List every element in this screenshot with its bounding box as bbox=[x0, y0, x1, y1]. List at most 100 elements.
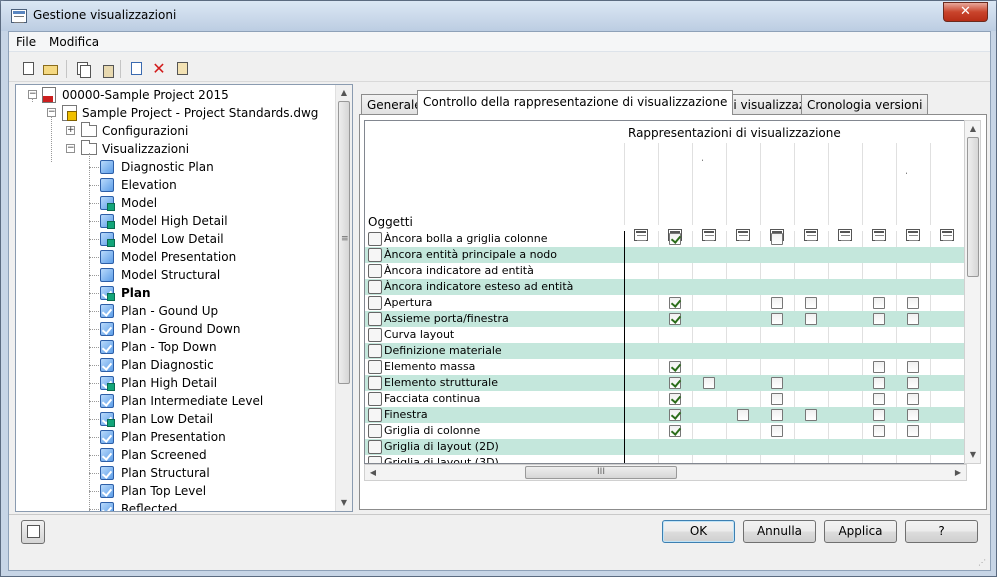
tree-item-display[interactable]: Model Structural bbox=[16, 266, 336, 284]
tree-item-display[interactable]: Plan Structural bbox=[16, 464, 336, 482]
tree-item-display[interactable]: Model bbox=[16, 194, 336, 212]
tree-item-displays[interactable]: − Visualizzazioni bbox=[16, 140, 336, 158]
tree-item-display[interactable]: Model Presentation bbox=[16, 248, 336, 266]
column-header[interactable]: Piano del d... bbox=[794, 143, 828, 241]
representation-checkbox[interactable] bbox=[873, 409, 885, 421]
column-header[interactable]: Piano della... bbox=[828, 143, 862, 241]
representation-checkbox[interactable] bbox=[771, 313, 783, 325]
object-row[interactable]: Griglia di layout (3D) bbox=[365, 455, 966, 463]
tab-version-history[interactable]: Cronologia versioni bbox=[801, 94, 929, 114]
representation-checkbox[interactable] bbox=[669, 313, 681, 325]
title-bar[interactable]: Gestione visualizzazioni ✕ bbox=[1, 1, 996, 31]
representation-checkbox[interactable] bbox=[907, 377, 919, 389]
column-header[interactable]: Piano più d... bbox=[896, 143, 930, 241]
display-tree[interactable]: −00000-Sample Project 2015− Sample Projec… bbox=[15, 84, 353, 512]
object-row[interactable]: Elemento massa bbox=[365, 359, 966, 375]
copy-button[interactable] bbox=[73, 60, 91, 78]
representation-checkbox[interactable] bbox=[873, 425, 885, 437]
object-row[interactable]: Apertura bbox=[365, 295, 966, 311]
scroll-down-arrow-icon[interactable]: ▼ bbox=[336, 495, 352, 511]
cancel-button[interactable]: Annulla bbox=[743, 520, 816, 543]
representation-checkbox[interactable] bbox=[805, 297, 817, 309]
apply-button[interactable]: Applica bbox=[824, 520, 897, 543]
representation-checkbox[interactable] bbox=[669, 233, 681, 245]
representation-checkbox[interactable] bbox=[907, 361, 919, 373]
representation-checkbox[interactable] bbox=[771, 409, 783, 421]
open-button[interactable] bbox=[42, 60, 60, 78]
tree-item-display[interactable]: Plan Intermediate Level bbox=[16, 392, 336, 410]
object-row[interactable]: Àncora indicatore ad entità bbox=[365, 263, 966, 279]
help-button[interactable]: ? bbox=[905, 520, 978, 543]
scroll-up-arrow-icon[interactable]: ▲ bbox=[965, 121, 981, 137]
tab-display-representation-control[interactable]: Controllo della rappresentazione di visu… bbox=[417, 90, 734, 115]
representation-checkbox[interactable] bbox=[873, 361, 885, 373]
representation-checkbox[interactable] bbox=[873, 297, 885, 309]
tree-item-display[interactable]: Plan Low Detail bbox=[16, 410, 336, 428]
scroll-thumb[interactable]: ≡ bbox=[338, 101, 350, 384]
representation-checkbox[interactable] bbox=[907, 393, 919, 405]
purge-button[interactable] bbox=[173, 60, 191, 78]
representation-checkbox[interactable] bbox=[771, 377, 783, 389]
scroll-up-arrow-icon[interactable]: ▲ bbox=[336, 85, 352, 101]
representation-checkbox[interactable] bbox=[737, 409, 749, 421]
representation-checkbox[interactable] bbox=[703, 377, 715, 389]
representation-checkbox[interactable] bbox=[873, 393, 885, 405]
object-row[interactable]: Definizione materiale bbox=[365, 343, 966, 359]
representation-checkbox[interactable] bbox=[873, 377, 885, 389]
representation-checkbox[interactable] bbox=[771, 425, 783, 437]
representation-checkbox[interactable] bbox=[669, 297, 681, 309]
tree-item-display[interactable]: Plan Presentation bbox=[16, 428, 336, 446]
column-header[interactable]: Model Stru... bbox=[624, 143, 658, 241]
representation-checkbox[interactable] bbox=[669, 361, 681, 373]
representation-checkbox[interactable] bbox=[873, 313, 885, 325]
resize-grip-icon[interactable]: ⋰ bbox=[978, 558, 988, 568]
scroll-right-arrow-icon[interactable]: ▶ bbox=[950, 465, 966, 481]
paste-button[interactable] bbox=[96, 60, 114, 78]
column-header[interactable]: Piano men... bbox=[862, 143, 896, 241]
representation-checkbox[interactable] bbox=[907, 409, 919, 421]
scroll-left-arrow-icon[interactable]: ◀ bbox=[365, 465, 381, 481]
expand-toggle-icon[interactable]: + bbox=[66, 126, 75, 135]
tree-item-display[interactable]: Plan - Ground Down bbox=[16, 320, 336, 338]
collapse-toggle-icon[interactable]: − bbox=[66, 144, 75, 153]
tree-item-display[interactable]: Plan Screened bbox=[16, 446, 336, 464]
tree-item-project[interactable]: −00000-Sample Project 2015 bbox=[16, 86, 336, 104]
column-header[interactable]: Piano bbox=[760, 143, 794, 241]
representation-checkbox[interactable] bbox=[907, 297, 919, 309]
column-header[interactable]: Modello bbox=[658, 143, 692, 241]
close-button[interactable]: ✕ bbox=[943, 2, 988, 22]
column-header[interactable]: Modello più... bbox=[692, 143, 726, 241]
column-header[interactable]: Piano simb... bbox=[930, 143, 964, 241]
object-row[interactable]: Àncora entità principale a nodo bbox=[365, 247, 966, 263]
object-row[interactable]: Elemento strutturale bbox=[365, 375, 966, 391]
delete-button[interactable]: ✕ bbox=[150, 60, 168, 78]
representation-checkbox[interactable] bbox=[907, 425, 919, 437]
representation-checkbox[interactable] bbox=[669, 393, 681, 405]
object-row[interactable]: Àncora bolla a griglia colonne bbox=[365, 231, 966, 247]
ok-button[interactable]: OK bbox=[662, 520, 735, 543]
grid-horizontal-scrollbar[interactable]: ◀ III ▶ bbox=[364, 464, 967, 481]
object-row[interactable]: Àncora indicatore esteso ad entità bbox=[365, 279, 966, 295]
tree-item-display[interactable]: Diagnostic Plan bbox=[16, 158, 336, 176]
tree-vertical-scrollbar[interactable]: ▲ ≡ ▼ bbox=[335, 85, 352, 511]
grid-vertical-scrollbar[interactable]: ▲ ▼ bbox=[964, 120, 981, 464]
tree-item-display[interactable]: Model Low Detail bbox=[16, 230, 336, 248]
representation-checkbox[interactable] bbox=[669, 409, 681, 421]
representation-checkbox[interactable] bbox=[805, 409, 817, 421]
representation-checkbox[interactable] bbox=[771, 393, 783, 405]
object-row[interactable]: Assieme porta/finestra bbox=[365, 311, 966, 327]
grid-hscroll-thumb[interactable]: III bbox=[525, 466, 677, 479]
object-row[interactable]: Finestra bbox=[365, 407, 966, 423]
new-display-button[interactable] bbox=[127, 60, 145, 78]
tree-item-display[interactable]: Model High Detail bbox=[16, 212, 336, 230]
tree-item-display[interactable]: Reflected bbox=[16, 500, 336, 511]
menu-file[interactable]: File bbox=[16, 35, 36, 49]
object-row[interactable]: Facciata continua bbox=[365, 391, 966, 407]
tree-item-display[interactable]: Plan - Top Down bbox=[16, 338, 336, 356]
menu-edit[interactable]: Modifica bbox=[49, 35, 99, 49]
tree-item-display[interactable]: Plan - Gound Up bbox=[16, 302, 336, 320]
grid-scroll-thumb[interactable] bbox=[967, 137, 979, 277]
object-row[interactable]: Griglia di layout (2D) bbox=[365, 439, 966, 455]
representation-checkbox[interactable] bbox=[805, 313, 817, 325]
tree-item-configurations[interactable]: + Configurazioni bbox=[16, 122, 336, 140]
